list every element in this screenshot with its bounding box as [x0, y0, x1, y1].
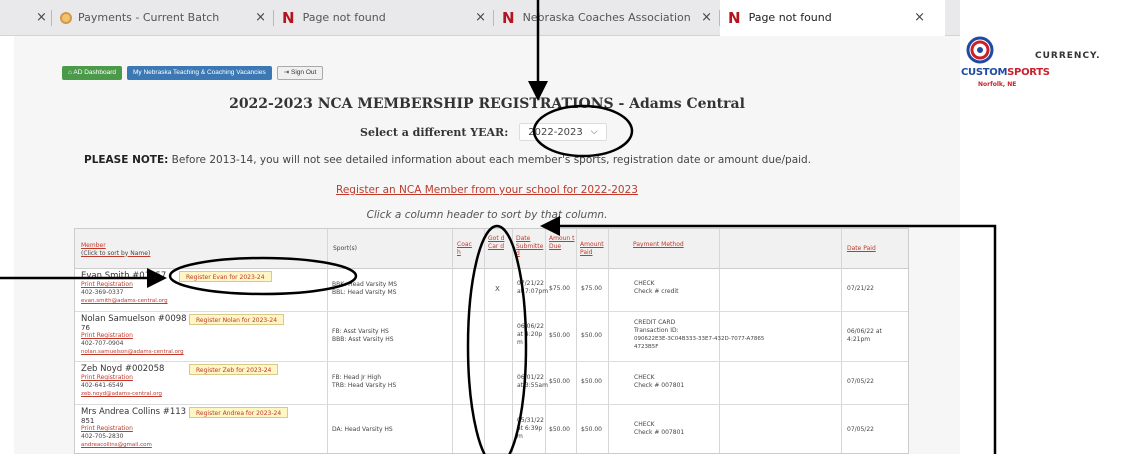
please-note: PLEASE NOTE: Before 2013-14, you will no…: [84, 154, 812, 166]
tab-label: Nebraska Coaches Association: [522, 11, 691, 24]
date-submitted-cell: 05/31/22 at 6:39p m: [517, 417, 544, 440]
year-selector-row: Select a different YEAR: 2022-2023 ⌵: [360, 123, 607, 141]
print-registration-link[interactable]: Print Registration: [81, 374, 164, 382]
amount-paid-cell: $50.00: [581, 332, 602, 339]
date-paid-cell: 07/21/22: [847, 285, 874, 292]
sign-out-icon: ⇥: [283, 69, 292, 76]
amount-paid-cell: $75.00: [581, 285, 602, 292]
sports-cell: FB: Asst Varsity HS BBB: Asst Varsity HS: [332, 328, 394, 343]
close-tab-icon[interactable]: ×: [701, 10, 712, 25]
date-paid-cell: 07/05/22: [847, 378, 874, 385]
close-tab-icon[interactable]: ×: [36, 10, 47, 25]
payments-favicon-icon: [60, 11, 72, 24]
amount-due-cell: $50.00: [549, 378, 570, 385]
email-link[interactable]: evan.smith@adams-central.org: [81, 297, 168, 305]
browser-tab-nebraska-coaches[interactable]: N Nebraska Coaches Association ×: [494, 0, 720, 36]
header-member[interactable]: Member (Click to sort by Name): [81, 242, 150, 257]
screenshot: × Payments - Current Batch × N Page not …: [0, 0, 1143, 454]
amount-due-cell: $75.00: [549, 285, 570, 292]
member-cell: Mrs Andrea Collins #113 851 Print Regist…: [81, 407, 187, 449]
close-tab-icon[interactable]: ×: [255, 10, 266, 25]
vacancies-button[interactable]: My Nebraska Teaching & Coaching Vacancie…: [127, 66, 272, 80]
header-date-paid[interactable]: Date Paid: [847, 245, 876, 253]
custom-sports-wordmark: CUSTOMSPORTS: [961, 67, 1050, 78]
payment-method-cell: CHECK Check # 007801: [634, 421, 685, 436]
date-paid-cell: 06/06/22 at 4:21pm: [847, 328, 882, 343]
amount-paid-cell: $50.00: [581, 378, 602, 385]
tab-label: Page not found: [302, 11, 386, 24]
header-got-card[interactable]: Got d Car d: [488, 235, 508, 250]
header-amount-paid[interactable]: Amount Paid: [580, 241, 606, 256]
browser-tab-page-not-found[interactable]: N Page not found ×: [274, 0, 494, 36]
date-submitted-cell: 06/01/22 at 3:55am: [517, 374, 548, 389]
chevron-down-icon: ⌵: [590, 127, 598, 137]
register-member-link[interactable]: Register an NCA Member from your school …: [14, 184, 960, 196]
got-card-cell: X: [495, 285, 500, 293]
member-cell: Nolan Samuelson #0098 76 Print Registrat…: [81, 314, 187, 356]
sort-instructions: Click a column header to sort by that co…: [366, 209, 608, 221]
tab-label: Payments - Current Batch: [78, 11, 220, 24]
member-cell: Evan Smith #01657 Print Registration 402…: [81, 271, 168, 305]
close-tab-icon[interactable]: ×: [475, 10, 486, 25]
email-link[interactable]: nolan.samuelson@adams-central.org: [81, 348, 187, 356]
tab-label: Page not found: [748, 11, 832, 24]
header-amount-due[interactable]: Amoun t Due: [549, 235, 575, 250]
page-title: 2022-2023 NCA MEMBERSHIP REGISTRATIONS -…: [229, 96, 745, 112]
close-tab-icon[interactable]: ×: [914, 10, 925, 25]
browser-tab-active[interactable]: N Page not found ×: [720, 0, 945, 36]
browser-tab-bar: × Payments - Current Batch × N Page not …: [0, 0, 960, 36]
browser-tab[interactable]: ×: [0, 0, 52, 36]
print-registration-link[interactable]: Print Registration: [81, 332, 187, 340]
currency-logo: CURRENCY.: [1035, 51, 1101, 61]
date-submitted-cell: 06/06/22 at 4:20p m: [517, 323, 544, 346]
payment-method-cell: CREDIT CARD Transaction ID: 090622E3E-3C…: [634, 319, 765, 350]
nca-favicon-icon: N: [502, 8, 515, 27]
email-link[interactable]: zeb.noyd@adams-central.org: [81, 390, 164, 398]
header-coach[interactable]: Coac h: [457, 241, 477, 256]
nca-favicon-icon: N: [282, 8, 295, 27]
header-sports: Sport(s): [333, 245, 357, 252]
sign-out-button[interactable]: ⇥ Sign Out: [276, 66, 324, 80]
header-date-submitted[interactable]: Date Submitte d: [516, 235, 543, 258]
date-submitted-cell: 07/21/22 at 7:07pm: [517, 280, 549, 295]
page-content: ⌂ AD Dashboard My Nebraska Teaching & Co…: [14, 36, 960, 454]
print-registration-link[interactable]: Print Registration: [81, 425, 186, 433]
amount-paid-cell: $50.00: [581, 426, 602, 433]
header-payment-method[interactable]: Payment Method: [633, 241, 703, 249]
year-label: Select a different YEAR:: [360, 125, 509, 139]
sports-cell: DA: Head Varsity HS: [332, 426, 393, 433]
year-select[interactable]: 2022-2023 ⌵: [519, 123, 607, 141]
member-cell: Zeb Noyd #002058 Print Registration 402-…: [81, 364, 165, 398]
register-next-year-button[interactable]: Register Evan for 2023-24: [179, 271, 272, 282]
ad-dashboard-button[interactable]: ⌂ AD Dashboard: [62, 66, 123, 80]
sports-cell: BBK: Head Varsity MS BBL: Head Varsity M…: [332, 281, 398, 296]
registrations-table: Member (Click to sort by Name) Sport(s) …: [74, 228, 909, 454]
payment-method-cell: CHECK Check # credit: [634, 280, 679, 295]
register-next-year-button[interactable]: Register Nolan for 2023-24: [189, 314, 285, 325]
payment-method-cell: CHECK Check # 007801: [634, 374, 685, 389]
nca-favicon-icon: N: [728, 8, 741, 27]
amount-due-cell: $50.00: [549, 332, 570, 339]
register-next-year-button[interactable]: Register Andrea for 2023-24: [189, 407, 289, 418]
toolbar: ⌂ AD Dashboard My Nebraska Teaching & Co…: [62, 66, 324, 80]
sports-cell: FB: Head Jr High TRB: Head Varsity HS: [332, 374, 397, 389]
date-paid-cell: 07/05/22: [847, 426, 874, 433]
register-next-year-button[interactable]: Register Zeb for 2023-24: [189, 364, 279, 375]
browser-tab-payments[interactable]: Payments - Current Batch ×: [52, 0, 274, 36]
email-link[interactable]: andreacollins@gmail.com: [81, 441, 186, 449]
print-registration-link[interactable]: Print Registration: [81, 281, 168, 289]
amount-due-cell: $50.00: [549, 426, 570, 433]
norfolk-label: Norfolk, NE: [978, 81, 1017, 88]
